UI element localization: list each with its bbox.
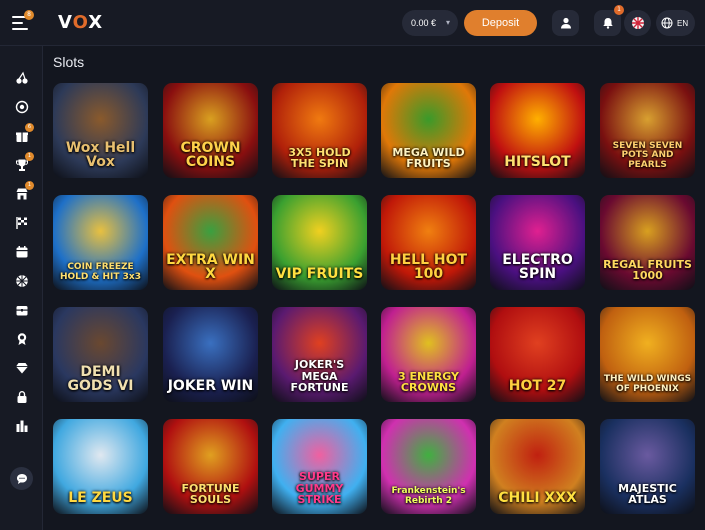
balance-dropdown[interactable]: 0.00 € ▾ (402, 10, 458, 36)
game-tile[interactable]: REGAL FRUITS 1000 (600, 195, 695, 290)
user-icon (560, 17, 571, 29)
sidebar-badge-gift: 6 (25, 123, 34, 132)
game-tile[interactable]: SEVEN SEVEN POTS AND PEARLS (600, 83, 695, 178)
game-title: 3 ENERGY CROWNS (398, 369, 459, 395)
game-tile[interactable]: 3X5 HOLD THE SPIN (272, 83, 367, 178)
sidebar-item-promotions[interactable]: 6 (14, 123, 34, 143)
game-tile[interactable]: HOT 27 (490, 307, 585, 402)
language-label: EN (677, 18, 689, 28)
game-tile[interactable]: CROWN COINS (163, 83, 258, 178)
sidebar-item-statistics[interactable] (14, 418, 29, 433)
game-title: MAJESTIC ATLAS (618, 481, 677, 507)
game-title: MEGA WILD FRUITS (392, 145, 465, 171)
game-tile[interactable]: COIN FREEZE HOLD & HIT 3x3 (53, 195, 148, 290)
game-tile[interactable]: Frankenstein's Rebirth 2 (381, 419, 476, 514)
sidebar-item-live[interactable] (14, 99, 29, 114)
logo[interactable]: VOX (58, 12, 103, 33)
sidebar-item-wheel[interactable] (14, 273, 29, 288)
game-tile[interactable]: JOKER WIN (163, 307, 258, 402)
bell-icon (602, 18, 613, 29)
game-title: CROWN COINS (180, 139, 241, 171)
game-tile[interactable]: 3 ENERGY CROWNS (381, 307, 476, 402)
deposit-button[interactable]: Deposit (464, 10, 537, 36)
game-title: HITSLOT (504, 154, 571, 171)
game-title: FORTUNE SOULS (181, 481, 240, 507)
profile-button[interactable] (552, 10, 579, 36)
calendar-icon (16, 245, 27, 257)
game-title: Frankenstein's Rebirth 2 (391, 486, 466, 506)
notification-badge: 1 (614, 5, 624, 15)
game-tile[interactable]: JOKER'S MEGA FORTUNE (272, 307, 367, 402)
game-title: THE WILD WINGS OF PHOENIX (603, 374, 692, 394)
game-title: JOKER'S MEGA FORTUNE (290, 358, 349, 395)
medal-icon (17, 332, 26, 345)
game-title: REGAL FRUITS 1000 (603, 257, 692, 283)
sidebar-badge-trophy: 1 (25, 152, 34, 161)
chat-button[interactable] (10, 467, 33, 490)
game-tile[interactable]: Wox Hell Vox (53, 83, 148, 178)
globe-icon (661, 17, 673, 29)
wheel-icon (15, 274, 28, 287)
cherries-icon (15, 71, 28, 84)
sidebar: 6 1 1 (0, 46, 43, 530)
game-tile[interactable]: EXTRA WIN X (163, 195, 258, 290)
chevron-down-icon: ▾ (445, 18, 450, 27)
page-title: Slots (53, 54, 85, 70)
notifications-button[interactable]: 1 (594, 5, 624, 36)
game-tile[interactable]: ELECTRO SPIN (490, 195, 585, 290)
game-title: 3X5 HOLD THE SPIN (288, 145, 351, 171)
game-tile[interactable]: THE WILD WINGS OF PHOENIX (600, 307, 695, 402)
sidebar-badge-store: 1 (25, 181, 34, 190)
top-bar: 8 VOX 0.00 € ▾ Deposit 1 EN (0, 0, 705, 46)
game-title: HELL HOT 100 (389, 251, 468, 283)
sidebar-item-casino[interactable] (14, 70, 29, 85)
sidebar-item-shop[interactable]: 1 (14, 181, 34, 201)
logo-letter-o: O (72, 12, 89, 33)
game-title: VIP FRUITS (275, 266, 364, 283)
sidebar-item-racing[interactable] (14, 215, 29, 230)
checkered-flag-icon (15, 216, 27, 229)
game-title: SUPER GUMMY STRIKE (295, 470, 344, 507)
game-tile[interactable]: HITSLOT (490, 83, 585, 178)
game-tile[interactable]: VIP FRUITS (272, 195, 367, 290)
game-title: SEVEN SEVEN POTS AND PEARLS (612, 140, 683, 170)
balance-value: 0.00 € (411, 18, 437, 28)
game-title: JOKER WIN (167, 378, 254, 395)
logo-letter-x: X (88, 12, 104, 33)
game-title: Wox Hell Vox (65, 139, 136, 171)
game-tile[interactable]: LE ZEUS (53, 419, 148, 514)
chest-icon (16, 305, 27, 315)
game-title: HOT 27 (508, 378, 567, 395)
diamond-icon (15, 362, 28, 373)
target-icon (15, 100, 28, 113)
language-selector[interactable]: EN (656, 10, 695, 36)
sidebar-item-security[interactable] (14, 389, 29, 404)
gift-ball-icon (631, 17, 644, 29)
sidebar-item-vip[interactable] (14, 360, 29, 375)
game-title: LE ZEUS (68, 490, 133, 507)
menu-badge: 8 (24, 10, 34, 20)
chat-bubble-icon (16, 473, 27, 484)
game-title: EXTRA WIN X (166, 251, 255, 283)
game-tile[interactable]: DEMI GODS VI (53, 307, 148, 402)
game-title: COIN FREEZE HOLD & HIT 3x3 (60, 262, 141, 282)
sidebar-item-tournaments[interactable]: 1 (14, 152, 34, 172)
sidebar-item-achievements[interactable] (14, 331, 29, 346)
logo-letter-v: V (58, 12, 73, 33)
game-tile[interactable]: CHILI XXX (490, 419, 585, 514)
lock-icon (17, 390, 26, 403)
bar-chart-icon (16, 420, 27, 432)
sidebar-item-calendar[interactable] (14, 244, 29, 259)
game-title: CHILI XXX (498, 490, 577, 507)
game-tile[interactable]: MAJESTIC ATLAS (600, 419, 695, 514)
game-tile[interactable]: HELL HOT 100 (381, 195, 476, 290)
game-tile[interactable]: MEGA WILD FRUITS (381, 83, 476, 178)
game-title: DEMI GODS VI (67, 363, 134, 395)
game-title: ELECTRO SPIN (502, 251, 573, 283)
game-tile[interactable]: FORTUNE SOULS (163, 419, 258, 514)
game-tile[interactable]: SUPER GUMMY STRIKE (272, 419, 367, 514)
sidebar-item-lootbox[interactable] (14, 302, 29, 317)
rewards-button[interactable] (624, 10, 651, 36)
